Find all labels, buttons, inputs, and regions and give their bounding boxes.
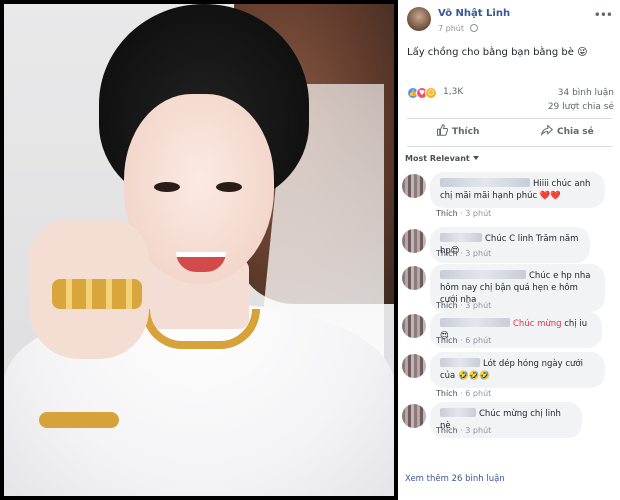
comment-time[interactable]: 3 phút	[465, 249, 491, 258]
comment-item: Lót dép hóng ngày cưới của 🤣🤣🤣 Thích · 6…	[398, 352, 620, 402]
commenter-avatar[interactable]	[402, 404, 426, 428]
commenter-name-blurred[interactable]	[440, 270, 526, 279]
divider	[407, 146, 612, 147]
commenter-name-blurred[interactable]	[440, 358, 480, 367]
comment-like-link[interactable]: Thích	[436, 249, 458, 258]
comment-item: Chúc e hp nha hôm nay chị bận quá hẹn e …	[398, 264, 620, 314]
comment-text-highlight: Chúc mừng	[513, 319, 562, 329]
post-photo[interactable]	[4, 4, 394, 496]
comment-like-link[interactable]: Thích	[436, 336, 458, 345]
photo-rings	[52, 279, 142, 309]
comment-bubble: Hiiii chúc anh chị mãi mãi hạnh phúc ❤️❤…	[430, 172, 605, 208]
thumbs-up-icon	[437, 124, 448, 136]
divider	[407, 118, 612, 119]
photo-bracelet	[39, 412, 119, 428]
comment-meta: Thích · 6 phút	[436, 336, 492, 345]
chevron-down-icon	[472, 156, 479, 160]
globe-icon	[470, 24, 478, 32]
commenter-name-blurred[interactable]	[440, 318, 510, 327]
haha-reaction-icon: ☺	[425, 87, 437, 99]
comment-item: Hiiii chúc anh chị mãi mãi hạnh phúc ❤️❤…	[398, 172, 620, 222]
commenter-name-blurred[interactable]	[440, 408, 476, 417]
photo-eye-right	[216, 182, 242, 192]
comment-time[interactable]: 3 phút	[465, 301, 491, 310]
shares-count[interactable]: 29 lượt chia sẻ	[548, 102, 614, 112]
reaction-icons: 👍 ♥ ☺	[407, 87, 441, 99]
commenter-name-blurred[interactable]	[440, 233, 482, 242]
comment-item: Chúc mừng chị iu 😍 Thích · 6 phút	[398, 312, 620, 350]
post-header: Võ Nhật Linh 7 phút •••	[398, 0, 620, 40]
commenter-avatar[interactable]	[402, 266, 426, 290]
share-button[interactable]: Chia sẻ	[541, 124, 594, 142]
post-side-panel: Võ Nhật Linh 7 phút ••• Lấy chồng cho bằ…	[398, 0, 620, 500]
comment-meta: Thích · 3 phút	[436, 249, 492, 258]
commenter-avatar[interactable]	[402, 354, 426, 378]
view-more-comments-link[interactable]: Xem thêm 26 bình luận	[405, 474, 505, 484]
comment-time[interactable]: 3 phút	[465, 209, 491, 218]
comment-meta: Thích · 3 phút	[436, 301, 492, 310]
comment-like-link[interactable]: Thích	[436, 301, 458, 310]
post-author[interactable]: Võ Nhật Linh	[438, 8, 510, 19]
comment-item: Chúc mừng chị linh nè Thích · 3 phút	[398, 402, 620, 440]
share-arrow-icon	[541, 124, 553, 136]
comments-filter-label: Most Relevant	[405, 154, 470, 163]
more-options-icon[interactable]: •••	[594, 8, 613, 22]
commenter-avatar[interactable]	[402, 174, 426, 198]
comment-meta: Thích · 3 phút	[436, 209, 492, 218]
comment-like-link[interactable]: Thích	[436, 389, 458, 398]
like-button-label: Thích	[452, 127, 480, 137]
comment-meta: Thích · 3 phút	[436, 426, 492, 435]
reactions-count[interactable]: 1,3K	[443, 87, 463, 97]
comments-count[interactable]: 34 bình luận	[558, 88, 614, 98]
commenter-avatar[interactable]	[402, 229, 426, 253]
comment-like-link[interactable]: Thích	[436, 209, 458, 218]
post-caption: Lấy chồng cho bằng bạn bằng bè 😜	[407, 47, 588, 58]
comment-time[interactable]: 3 phút	[465, 426, 491, 435]
comment-meta: Thích · 6 phút	[436, 389, 492, 398]
comment-bubble: Lót dép hóng ngày cưới của 🤣🤣🤣	[430, 352, 605, 388]
comment-time[interactable]: 6 phút	[465, 336, 491, 345]
comments-filter-dropdown[interactable]: Most Relevant	[405, 154, 479, 163]
post-time[interactable]: 7 phút	[438, 24, 464, 33]
commenter-avatar[interactable]	[402, 314, 426, 338]
comment-item: Chúc C linh Trăm năm hp😍 Thích · 3 phút	[398, 227, 620, 265]
like-button[interactable]: Thích	[436, 124, 479, 142]
author-avatar[interactable]	[407, 7, 431, 31]
photo-eye-left	[154, 182, 180, 192]
share-button-label: Chia sẻ	[557, 127, 594, 137]
comment-like-link[interactable]: Thích	[436, 426, 458, 435]
comment-time[interactable]: 6 phút	[465, 389, 491, 398]
commenter-name-blurred[interactable]	[440, 178, 530, 187]
photo-viewer: Võ Nhật Linh 7 phút ••• Lấy chồng cho bằ…	[0, 0, 620, 500]
